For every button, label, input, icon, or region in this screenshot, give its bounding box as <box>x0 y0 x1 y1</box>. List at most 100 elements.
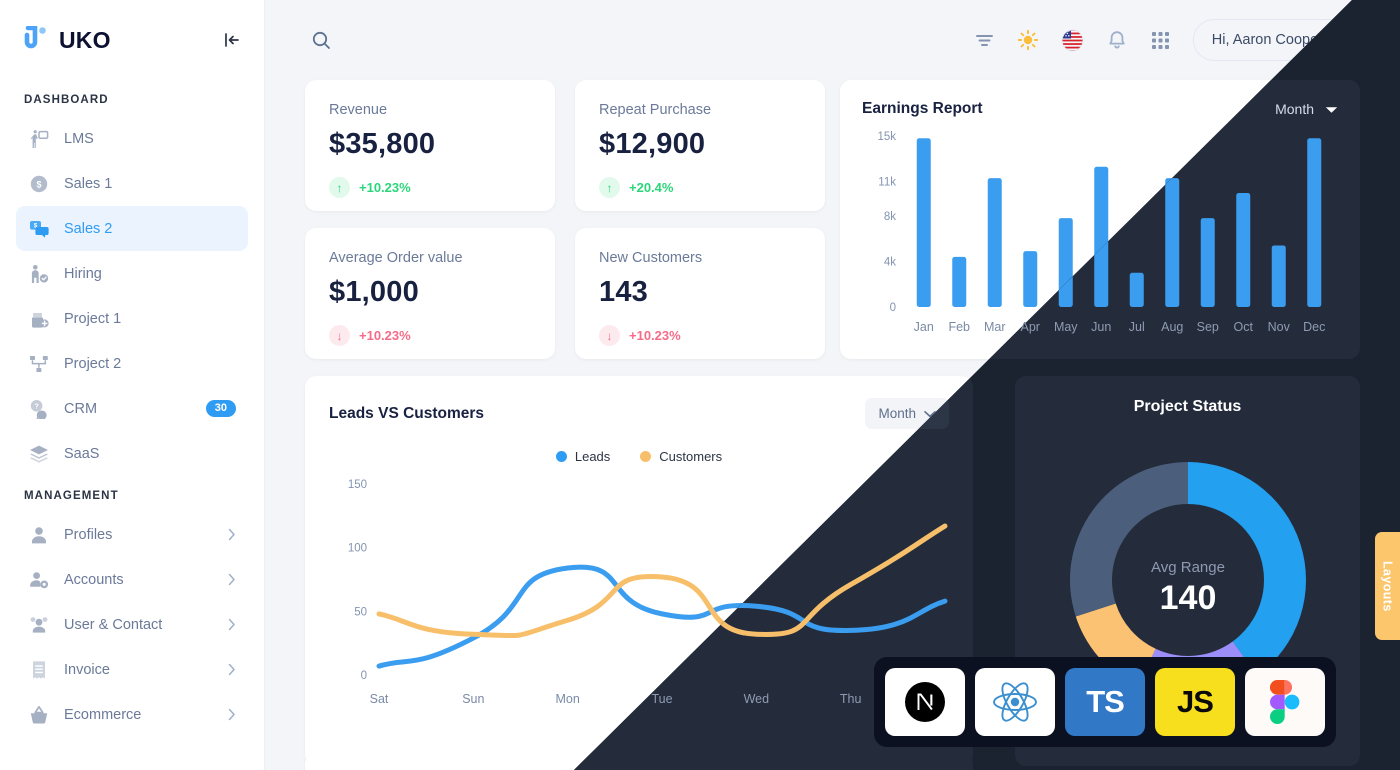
sidebar-item-label: CRM <box>64 400 98 417</box>
legend-label-customers: Customers <box>659 449 723 464</box>
sales-chat-icon: $ <box>28 218 50 240</box>
user-menu-button[interactable]: Hi, Aaron Cooper <box>1192 19 1370 61</box>
collapse-sidebar-icon[interactable] <box>222 30 242 50</box>
leads-vs-customers-card: Leads VS Customers Month Leads Customers <box>305 376 973 766</box>
javascript-logo[interactable]: JS <box>1155 668 1235 736</box>
sidebar-item-crm[interactable]: ? CRM 30 <box>16 386 248 431</box>
svg-text:15k: 15k <box>877 131 896 143</box>
sidebar-item-hiring[interactable]: Hiring <box>16 251 248 296</box>
chevron-right-icon <box>228 708 236 721</box>
stat-delta: ↓ +10.23% <box>599 325 801 346</box>
stat-label: Revenue <box>329 102 388 118</box>
sidebar-section-management: MANAGEMENT <box>24 490 119 502</box>
leads-line-chart: 050100150SatSunMonTueWedThuFri <box>348 479 952 706</box>
sidebar-item-profiles[interactable]: Profiles <box>16 512 248 557</box>
svg-text:Jun: Jun <box>1091 320 1111 334</box>
stat-label: Repeat Purchase <box>599 102 712 118</box>
sidebar-item-label: Project 2 <box>64 355 122 372</box>
layouts-tab-button[interactable]: Layouts <box>1375 532 1400 640</box>
svg-text:Jan: Jan <box>914 320 934 334</box>
brand-row: UKO <box>0 0 264 80</box>
earnings-bar-chart: 0 4k 8k 11k 15k Jan Feb Mar Apr May Jun Jul Aug Sep Oc… <box>877 131 1325 334</box>
sidebar-item-ecommerce[interactable]: Ecommerce <box>16 692 248 737</box>
sidebar-item-sales-2[interactable]: $ Sales 2 <box>16 206 248 251</box>
legend-item-leads: Leads <box>555 449 610 464</box>
stat-delta: ↑ +20.4% <box>599 177 801 198</box>
crm-bubble-icon: ? <box>28 398 50 420</box>
svg-text:0: 0 <box>890 302 896 314</box>
stat-delta-text: +10.23% <box>359 328 411 343</box>
sidebar-item-label: Accounts <box>64 571 124 588</box>
sidebar-item-label: LMS <box>64 130 94 147</box>
stat-delta: ↓ +10.23% <box>329 325 531 346</box>
card-title: Earnings Report <box>862 100 983 117</box>
svg-text:8k: 8k <box>884 211 896 223</box>
sidebar-item-badge: 30 <box>205 400 236 417</box>
sidebar-section-dashboard: DASHBOARD <box>24 94 109 106</box>
usa-flag-icon[interactable] <box>1061 29 1084 52</box>
svg-text:4k: 4k <box>884 256 896 268</box>
basket-icon <box>28 704 50 726</box>
sidebar-item-label: Invoice <box>64 661 110 678</box>
chevron-right-icon <box>228 618 236 631</box>
layouts-tab-label: Layouts <box>1380 560 1395 612</box>
search-icon[interactable] <box>311 30 332 51</box>
stat-delta-text: +10.23% <box>629 328 681 343</box>
svg-text:Jul: Jul <box>1129 320 1145 334</box>
react-logo[interactable] <box>975 668 1055 736</box>
arrow-up-icon: ↑ <box>599 177 620 198</box>
invoice-icon <box>28 659 50 681</box>
svg-text:?: ? <box>34 403 38 410</box>
sidebar-item-sales-1[interactable]: $ Sales 1 <box>16 161 248 206</box>
sidebar-item-project-1[interactable]: Project 1 <box>16 296 248 341</box>
stat-label: Average Order value <box>329 250 463 266</box>
lms-icon <box>28 128 50 150</box>
notification-bell-icon[interactable] <box>1106 29 1128 51</box>
accounts-gear-icon <box>28 569 50 591</box>
profile-icon <box>28 524 50 546</box>
filter-lines-icon[interactable] <box>974 30 995 51</box>
sidebar-item-label: Sales 1 <box>64 175 113 192</box>
sidebar-item-saas[interactable]: SaaS <box>16 431 248 476</box>
arrow-up-icon: ↑ <box>329 177 350 198</box>
stat-card-revenue: Revenue $35,800 ↑ +10.23% <box>305 80 555 211</box>
leads-legend: Leads Customers <box>329 449 949 464</box>
earnings-range-dropdown[interactable]: Month <box>1275 101 1338 117</box>
uko-logo-icon <box>24 25 50 54</box>
arrow-down-icon: ↓ <box>329 325 350 346</box>
sidebar-item-label: Ecommerce <box>64 706 142 723</box>
svg-text:Nov: Nov <box>1268 320 1291 334</box>
sidebar-item-label: Sales 2 <box>64 220 113 237</box>
svg-text:100: 100 <box>348 543 367 555</box>
svg-text:Thu: Thu <box>840 692 862 706</box>
bottom-card-partial <box>305 753 973 770</box>
stat-card-average-order-value: Average Order value $1,000 ↓ +10.23% <box>305 228 555 359</box>
sidebar-item-accounts[interactable]: Accounts <box>16 557 248 602</box>
svg-text:Dec: Dec <box>1303 320 1325 334</box>
sidebar-item-project-2[interactable]: Project 2 <box>16 341 248 386</box>
leads-range-dropdown[interactable]: Month <box>865 398 949 429</box>
svg-text:$: $ <box>36 179 41 189</box>
earnings-report-card: Earnings Report Month 0 4k 8k 11k 15k Jan Feb M… <box>840 80 1360 359</box>
svg-text:Tue: Tue <box>651 692 672 706</box>
nextjs-logo[interactable] <box>885 668 965 736</box>
svg-text:Wed: Wed <box>744 692 770 706</box>
topbar-actions: Hi, Aaron Cooper <box>974 19 1370 61</box>
svg-text:0: 0 <box>361 670 367 682</box>
svg-text:Aug: Aug <box>1161 320 1183 334</box>
typescript-logo[interactable]: TS <box>1065 668 1145 736</box>
sidebar-item-lms[interactable]: LMS <box>16 116 248 161</box>
sidebar-item-invoice[interactable]: Invoice <box>16 647 248 692</box>
user-avatar <box>1333 25 1364 55</box>
sidebar-item-user-contact[interactable]: User & Contact <box>16 602 248 647</box>
stat-value: 143 <box>599 276 648 308</box>
svg-text:Mar: Mar <box>984 320 1006 334</box>
chevron-right-icon <box>228 663 236 676</box>
greeting-text: Hi, Aaron Cooper <box>1211 32 1323 48</box>
apps-grid-icon[interactable] <box>1150 30 1171 51</box>
sidebar-nav: DASHBOARD LMS $ Sales 1 $ Sales 2 Hiring Projec… <box>0 80 264 737</box>
figma-logo[interactable] <box>1245 668 1325 736</box>
sun-theme-icon[interactable] <box>1017 29 1039 51</box>
users-group-icon <box>28 614 50 636</box>
sidebar-item-label: Hiring <box>64 265 102 282</box>
